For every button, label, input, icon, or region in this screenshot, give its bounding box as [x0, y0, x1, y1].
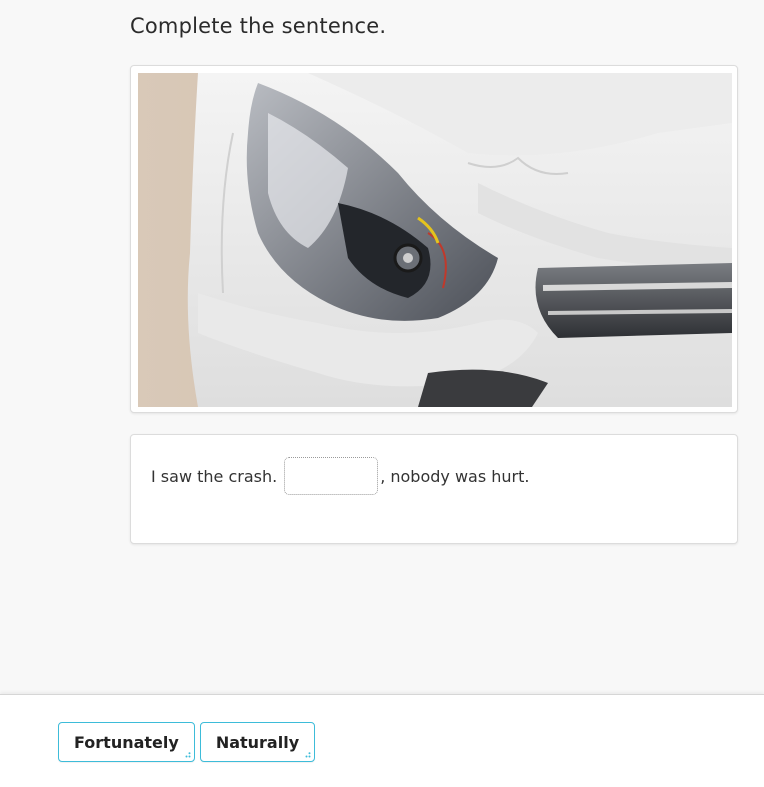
answer-option-naturally[interactable]: Naturally — [199, 722, 316, 762]
answer-blank-drop-zone[interactable] — [284, 457, 379, 495]
answer-option-label: Naturally — [215, 732, 300, 752]
instruction-heading: Complete the sentence. — [130, 14, 387, 38]
answer-option-fortunately[interactable]: Fortunately — [58, 722, 195, 762]
sentence-text-after: , nobody was hurt. — [380, 466, 530, 486]
answer-tray: Fortunately Naturally — [0, 694, 764, 787]
answer-options: Fortunately Naturally — [58, 722, 316, 762]
sentence: I saw the crash. , nobody was hurt. — [151, 457, 530, 495]
drag-handle-icon — [305, 752, 311, 758]
car-crash-photo — [138, 73, 732, 407]
drag-handle-icon — [185, 752, 191, 758]
sentence-text-before: I saw the crash. — [151, 466, 278, 486]
sentence-card: I saw the crash. , nobody was hurt. — [130, 434, 738, 544]
image-card — [130, 65, 738, 413]
answer-option-label: Fortunately — [74, 732, 179, 752]
